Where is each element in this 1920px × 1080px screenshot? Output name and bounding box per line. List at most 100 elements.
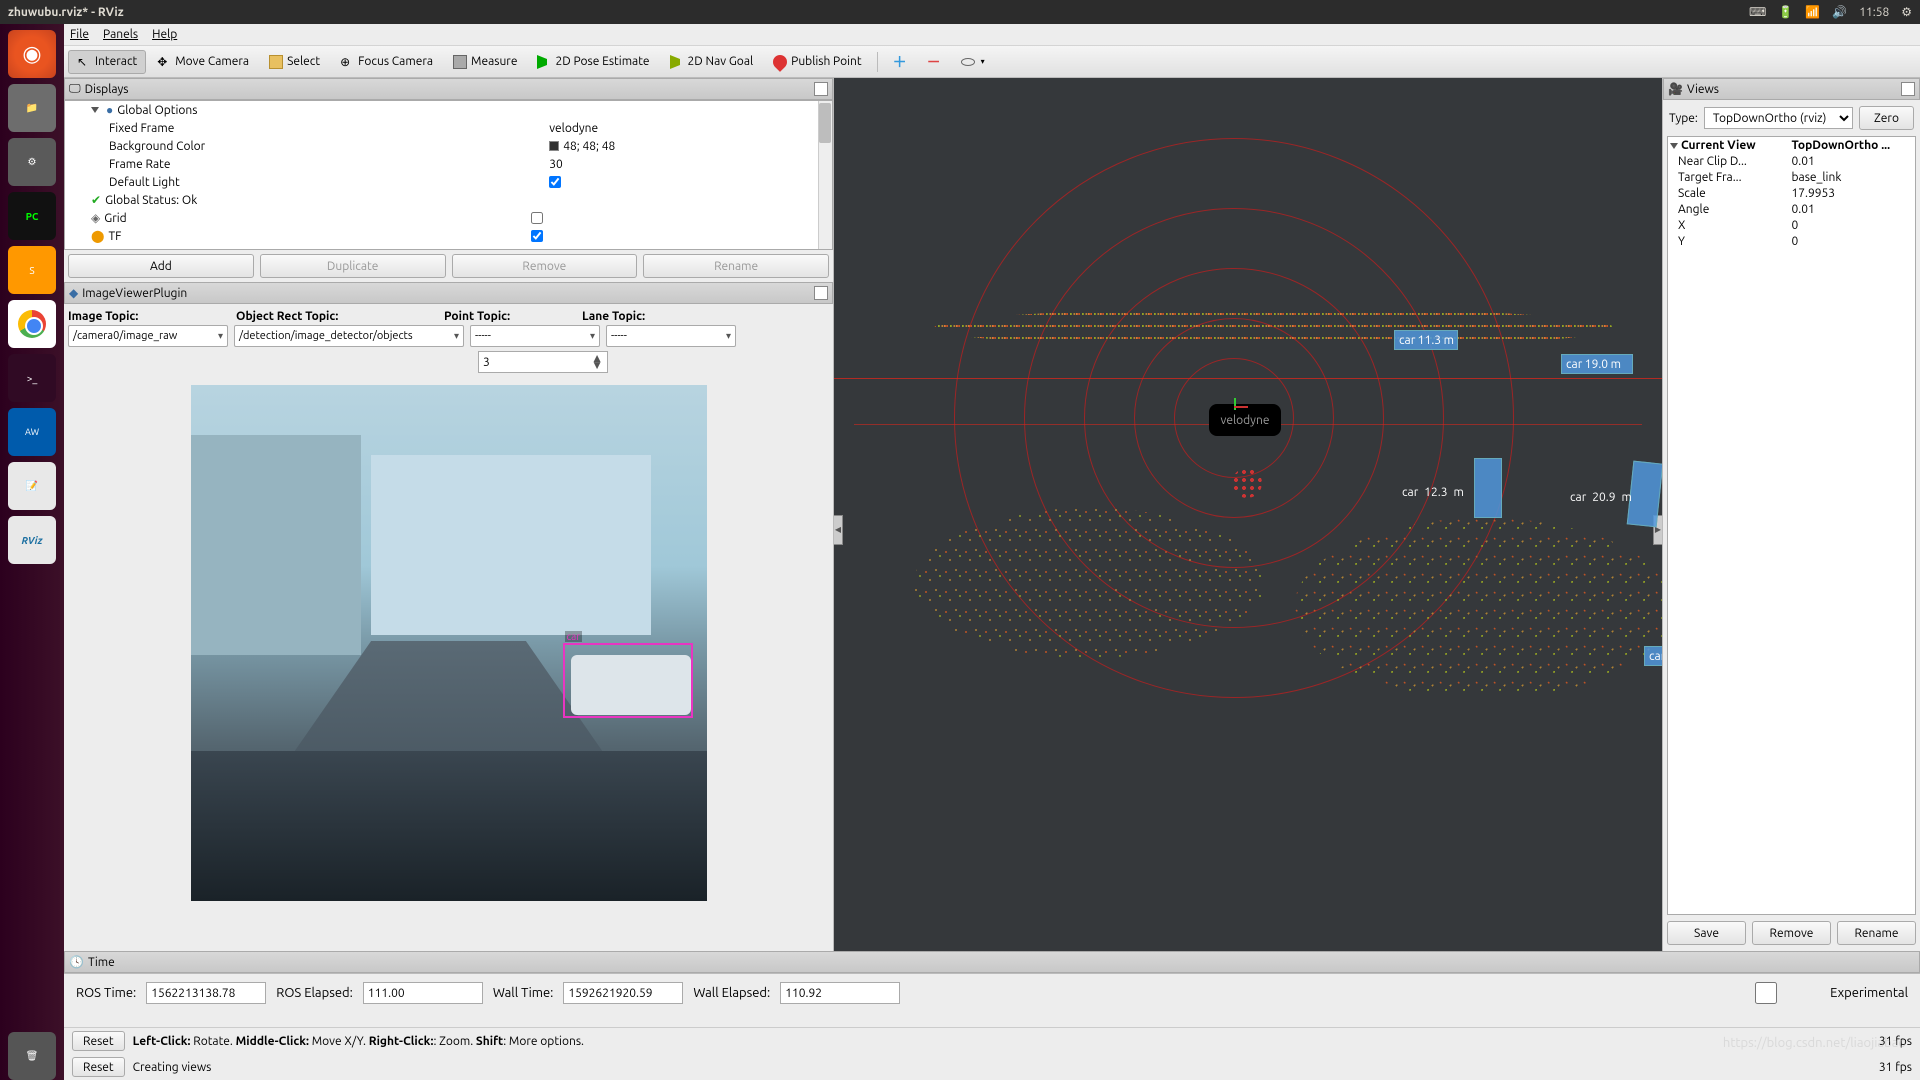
arrow-green-icon (537, 55, 551, 69)
ros-elapsed-field[interactable] (363, 982, 483, 1004)
tool-remove-display[interactable]: － (918, 50, 950, 74)
rename-button[interactable]: Rename (643, 254, 829, 278)
tree-fixed-frame-value[interactable]: velodyne (549, 122, 832, 135)
imgviewer-panel-header[interactable]: ◆ ImageViewerPlugin (64, 282, 833, 304)
minus-icon: － (927, 52, 941, 72)
tool-measure[interactable]: Measure (444, 50, 526, 74)
combo-point-topic[interactable]: ----- (470, 325, 600, 347)
imgviewer-labels: Image Topic: Object Rect Topic: Point To… (64, 304, 833, 325)
tool-pose-estimate[interactable]: 2D Pose Estimate (528, 50, 658, 74)
tool-focus-camera[interactable]: ⊕Focus Camera (331, 50, 442, 74)
camera-container: car (64, 379, 833, 951)
wall-time-field[interactable] (563, 982, 683, 1004)
reset-button-1[interactable]: Reset (72, 1031, 125, 1051)
launcher-dash-icon[interactable]: ◉ (8, 30, 56, 78)
launcher-pycharm-icon[interactable]: PC (8, 192, 56, 240)
launcher-terminal-icon[interactable]: >_ (8, 354, 56, 402)
experimental-checkbox[interactable] (1706, 982, 1826, 1004)
camera-image: car (191, 385, 707, 901)
menu-help[interactable]: Help (152, 28, 177, 41)
unity-launcher: ◉ 📁 ⚙ PC S >_ AW 📝 RViz 🗑 (0, 24, 64, 1080)
keyboard-icon[interactable]: ⌨ (1749, 5, 1766, 19)
add-button[interactable]: Add (68, 254, 254, 278)
tool-move-camera[interactable]: ✥Move Camera (148, 50, 258, 74)
zero-button[interactable]: Zero (1859, 106, 1914, 130)
battery-icon[interactable]: 🔋 (1778, 5, 1793, 19)
rviz-window: File Panels Help ↖Interact ✥Move Camera … (64, 24, 1920, 1080)
ros-time-field[interactable] (146, 982, 266, 1004)
views-type-select[interactable]: TopDownOrtho (rviz) (1704, 107, 1853, 129)
views-title: Views (1687, 83, 1719, 96)
tree-tf[interactable]: TF (108, 230, 121, 243)
spin-value[interactable]: 3▲▼ (478, 351, 608, 373)
remove-button[interactable]: Remove (452, 254, 638, 278)
time-panel-header[interactable]: 🕓 Time (64, 951, 1920, 973)
menu-panels[interactable]: Panels (103, 28, 138, 41)
reset-button-2[interactable]: Reset (72, 1057, 125, 1077)
tree-framerate-label[interactable]: Frame Rate (109, 158, 549, 171)
tree-bgcolor-value[interactable]: 48; 48; 48 (549, 140, 832, 153)
tool-select[interactable]: Select (260, 50, 329, 74)
tree-fixed-frame-label[interactable]: Fixed Frame (109, 122, 549, 135)
launcher-files-icon[interactable]: 📁 (8, 84, 56, 132)
tree-framerate-value[interactable]: 30 (549, 158, 832, 171)
detection-marker-3 (1627, 461, 1662, 528)
left-panel: 🖵 Displays ● Global Options Fixed Framev… (64, 78, 834, 951)
tool-add-display[interactable]: ＋ (884, 50, 916, 74)
combo-rect-topic[interactable]: /detection/image_detector/objects (234, 325, 464, 347)
sound-icon[interactable]: 🔊 (1832, 5, 1847, 19)
views-panel-header[interactable]: 🎥 Views (1663, 78, 1920, 100)
tool-publish-point[interactable]: Publish Point (764, 50, 870, 74)
launcher-sublime-icon[interactable]: S (8, 246, 56, 294)
wall-elapsed-field[interactable] (780, 982, 900, 1004)
views-tree[interactable]: Current ViewTopDownOrtho ... Near Clip D… (1667, 136, 1916, 915)
tree-global-options[interactable]: Global Options (117, 104, 197, 117)
imgviewer-close-icon[interactable] (814, 286, 828, 300)
tool-eye[interactable]: ▾ (952, 50, 994, 74)
clock[interactable]: 11:58 (1859, 6, 1889, 19)
launcher-trash-icon[interactable]: 🗑 (8, 1032, 56, 1080)
wifi-icon[interactable]: 📶 (1805, 5, 1820, 19)
views-rename-button[interactable]: Rename (1837, 921, 1916, 945)
views-save-button[interactable]: Save (1667, 921, 1746, 945)
tree-grid[interactable]: Grid (104, 212, 126, 225)
launcher-gedit-icon[interactable]: 📝 (8, 462, 56, 510)
menu-file[interactable]: File (70, 28, 89, 41)
watermark: https://blog.csdn.net/liaojiabao (1723, 1036, 1906, 1050)
ego-vehicle: velodyne (1209, 404, 1281, 436)
spin-arrows-icon[interactable]: ▲▼ (591, 355, 603, 369)
displays-scrollbar[interactable] (818, 101, 832, 249)
tree-bgcolor-label[interactable]: Background Color (109, 140, 549, 153)
tree-global-status[interactable]: Global Status: Ok (105, 194, 197, 207)
status-msg: Creating views (133, 1061, 212, 1074)
tree-grid-checkbox[interactable] (531, 212, 543, 224)
tree-tf-checkbox[interactable] (531, 230, 543, 242)
plus-icon: ＋ (893, 52, 907, 72)
toolbar-separator (877, 52, 878, 72)
tool-interact[interactable]: ↖Interact (68, 50, 146, 74)
duplicate-button[interactable]: Duplicate (260, 254, 446, 278)
displays-tree[interactable]: ● Global Options Fixed Framevelodyne Bac… (64, 100, 833, 250)
view3d[interactable]: ◀ ▶ velodyne car 11.3 m car 19.0 m car 1… (834, 78, 1662, 951)
views-close-icon[interactable] (1901, 82, 1915, 96)
launcher-rviz-icon[interactable]: RViz (8, 516, 56, 564)
launcher-settings-icon[interactable]: ⚙ (8, 138, 56, 186)
tree-defaultlight-label[interactable]: Default Light (109, 176, 549, 189)
displays-close-icon[interactable] (814, 82, 828, 96)
detection-marker-2 (1474, 458, 1502, 518)
combo-image-topic[interactable]: /camera0/image_raw (68, 325, 228, 347)
launcher-chrome-icon[interactable] (8, 300, 56, 348)
views-remove-button[interactable]: Remove (1752, 921, 1831, 945)
tree-defaultlight-checkbox[interactable] (549, 176, 561, 188)
menubar: File Panels Help (64, 24, 1920, 46)
combo-lane-topic[interactable]: ----- (606, 325, 736, 347)
ros-elapsed-label: ROS Elapsed: (276, 986, 353, 1000)
detection-label-3: car 20.9 m (1570, 490, 1632, 504)
tool-nav-goal[interactable]: 2D Nav Goal (661, 50, 763, 74)
splitter-left-icon[interactable]: ◀ (834, 515, 843, 545)
displays-title: Displays (85, 83, 129, 96)
window-title: zhuwubu.rviz* - RViz (8, 6, 124, 19)
gear-icon[interactable]: ⚙ (1901, 5, 1912, 19)
displays-panel-header[interactable]: 🖵 Displays (64, 78, 833, 100)
launcher-autoware-icon[interactable]: AW (8, 408, 56, 456)
